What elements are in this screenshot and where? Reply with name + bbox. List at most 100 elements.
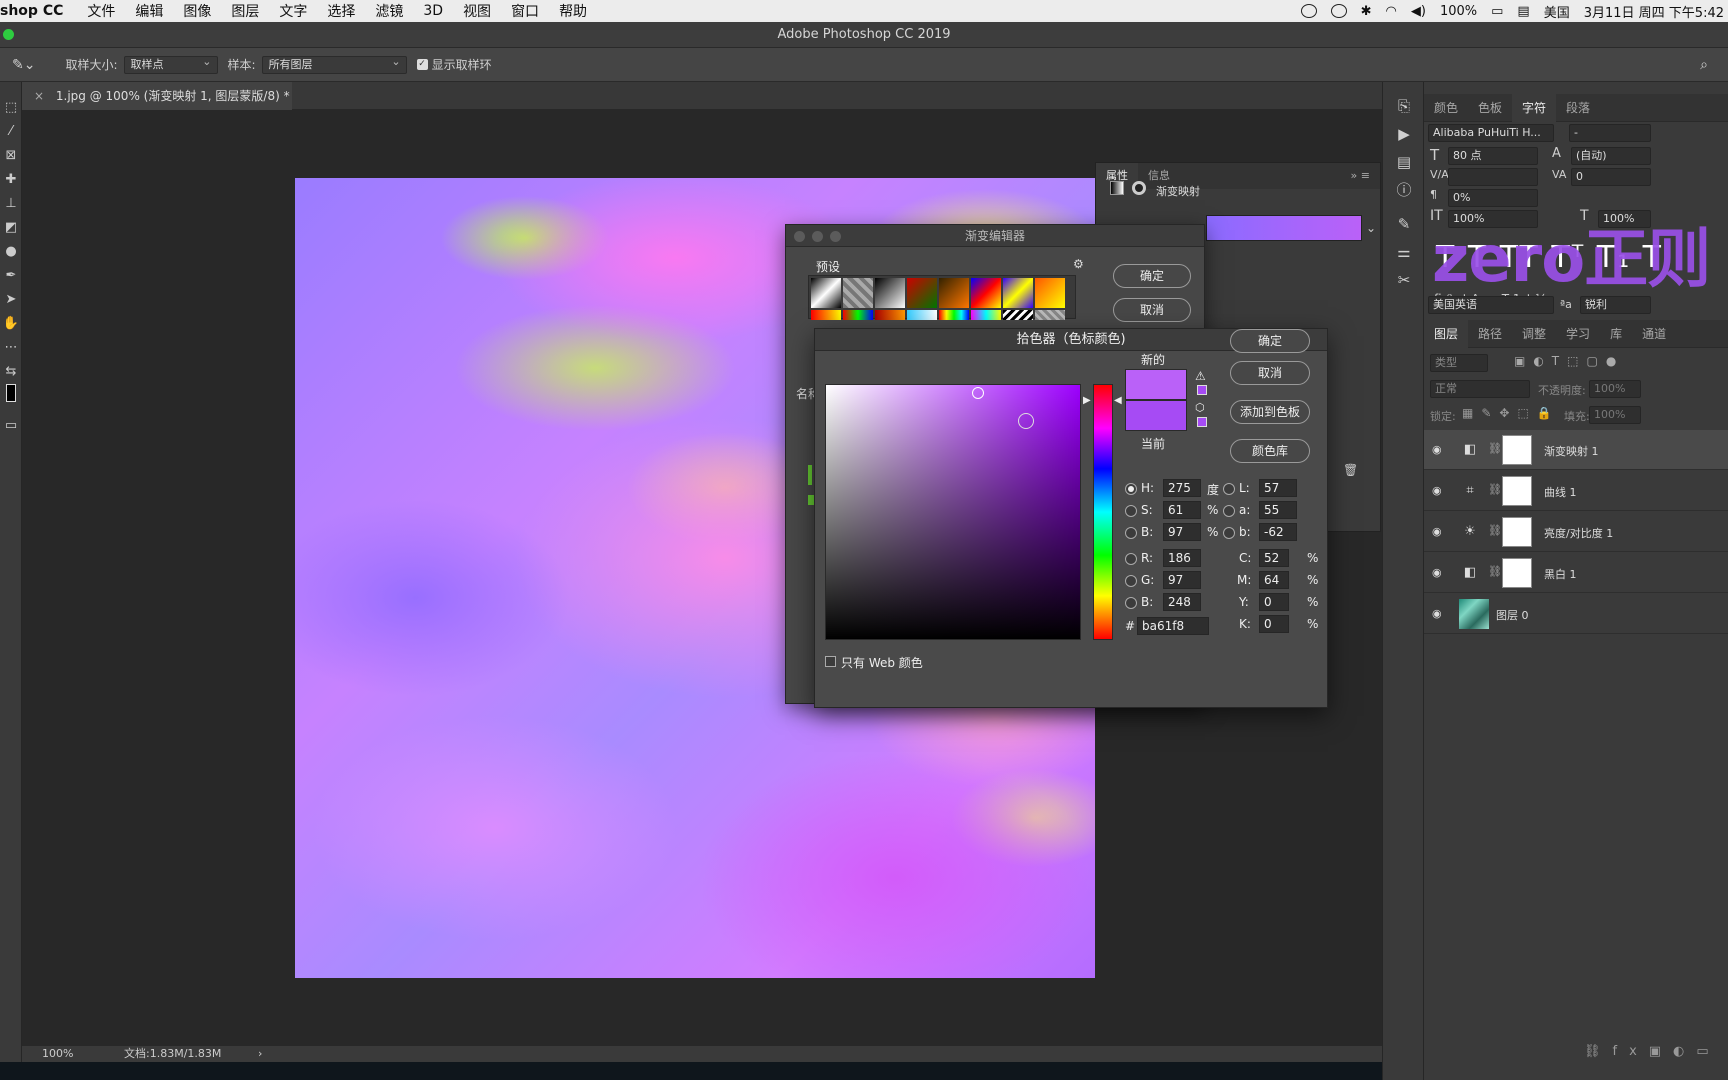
brightness-field[interactable]: 97 xyxy=(1163,523,1201,541)
link-chain-icon[interactable]: ⛓ xyxy=(1488,565,1502,578)
current-color-swatch[interactable] xyxy=(1125,400,1187,431)
visibility-eye-icon[interactable]: ◉ xyxy=(1432,566,1442,579)
zoom-dot[interactable] xyxy=(830,231,841,242)
font-family-select[interactable]: Alibaba PuHuiTi H... xyxy=(1428,124,1554,142)
tab-paragraph[interactable]: 段落 xyxy=(1556,94,1600,122)
presets-gear-icon[interactable]: ⚙ xyxy=(1073,257,1084,271)
status-arrow-icon[interactable]: › xyxy=(258,1046,262,1062)
healing-tool-icon[interactable]: ✚ xyxy=(0,168,22,192)
web-safe-cube-icon[interactable]: ⬡ xyxy=(1195,401,1205,414)
preset-swatch[interactable] xyxy=(971,310,1001,320)
fill-field[interactable]: 100% xyxy=(1589,406,1641,424)
panel-menu-icon[interactable]: » ≡ xyxy=(1341,163,1380,189)
out-of-gamut-warning-icon[interactable]: ⚠ xyxy=(1195,369,1206,383)
clock[interactable]: 3月11日 周四 下午5:42 xyxy=(1584,2,1724,21)
foreground-color-swatch[interactable] xyxy=(0,384,22,408)
menu-image[interactable]: 图像 xyxy=(173,1,221,21)
sample-size-select[interactable]: 取样点 xyxy=(123,54,218,74)
preset-swatch[interactable] xyxy=(875,278,905,308)
radio-b[interactable] xyxy=(1223,527,1235,539)
preset-swatch[interactable] xyxy=(907,310,937,320)
radio-blue[interactable] xyxy=(1125,597,1137,609)
volume-icon[interactable]: ◀) xyxy=(1411,4,1426,19)
path-select-tool-icon[interactable]: ➤ xyxy=(0,288,22,312)
tracking-field[interactable]: 0 xyxy=(1571,168,1651,186)
hue-slider-left-arrow[interactable]: ▶ xyxy=(1083,395,1091,406)
dodge-tool-icon[interactable]: ● xyxy=(0,240,22,264)
actions-play-icon[interactable]: ▶ xyxy=(1383,120,1425,148)
blue-field[interactable]: 248 xyxy=(1163,593,1201,611)
wifi-icon[interactable]: ◠ xyxy=(1386,4,1397,19)
radio-red[interactable] xyxy=(1125,553,1137,565)
radio-saturation[interactable] xyxy=(1125,505,1137,517)
tab-adjustments[interactable]: 调整 xyxy=(1512,320,1556,348)
layer-name[interactable]: 亮度/对比度 1 xyxy=(1544,525,1613,541)
hex-field[interactable]: ba61f8 xyxy=(1137,617,1209,635)
link-chain-icon[interactable]: ⛓ xyxy=(1488,483,1502,496)
layer-mask-thumbnail[interactable] xyxy=(1502,435,1532,465)
tab-libraries[interactable]: 库 xyxy=(1600,320,1632,348)
close-tab-icon[interactable]: × xyxy=(34,89,44,103)
gradient-ok-button[interactable]: 确定 xyxy=(1113,264,1191,288)
layers-footer-icons[interactable]: ⛓fx▣◐▭ xyxy=(1584,1044,1721,1059)
preset-swatch[interactable] xyxy=(811,310,841,320)
document-tab[interactable]: × 1.jpg @ 100% (渐变映射 1, 图层蒙版/8) * xyxy=(22,82,292,110)
creative-cloud-icon[interactable] xyxy=(1330,4,1347,18)
radio-brightness[interactable] xyxy=(1125,527,1137,539)
brush-settings-icon[interactable]: ✎ xyxy=(1383,210,1425,238)
search-icon[interactable]: ⌕ xyxy=(1700,57,1708,73)
radio-green[interactable] xyxy=(1125,575,1137,587)
black-field[interactable]: 0 xyxy=(1259,615,1289,633)
tab-learn[interactable]: 学习 xyxy=(1556,320,1600,348)
visibility-eye-icon[interactable]: ◉ xyxy=(1432,484,1442,497)
preset-swatch[interactable] xyxy=(811,278,841,308)
radio-lightness[interactable] xyxy=(1223,483,1235,495)
antialias-select[interactable]: 锐利 xyxy=(1580,296,1651,314)
stamp-tool-icon[interactable]: ⊥ xyxy=(0,192,22,216)
layer-mask-thumbnail[interactable] xyxy=(1502,558,1532,588)
screen-mode-icon[interactable]: ▭ xyxy=(0,414,22,438)
trash-icon[interactable]: 🗑 xyxy=(1343,463,1358,477)
preset-swatch[interactable] xyxy=(939,278,969,308)
menu-type[interactable]: 文字 xyxy=(269,1,317,21)
blend-mode-select[interactable]: 正常 xyxy=(1430,380,1530,398)
menu-3d[interactable]: 3D xyxy=(413,3,453,19)
layer-filter-icons[interactable]: ▣◐T⬚▢● xyxy=(1514,354,1624,368)
mask-icon[interactable] xyxy=(1132,181,1146,195)
lock-icons[interactable]: ▦✎✥⬚🔒 xyxy=(1462,406,1560,420)
swap-colors-icon[interactable]: ⇆ xyxy=(0,360,22,384)
web-only-checkbox[interactable] xyxy=(825,656,836,667)
font-style-select[interactable]: - xyxy=(1569,124,1651,142)
menu-view[interactable]: 视图 xyxy=(453,1,501,21)
menu-filter[interactable]: 滤镜 xyxy=(365,1,413,21)
hand-tool-icon[interactable]: ✋ xyxy=(0,312,22,336)
input-method[interactable]: 美国 xyxy=(1544,2,1570,21)
show-ring-checkbox[interactable]: ✓ xyxy=(416,59,428,70)
link-chain-icon[interactable]: ⛓ xyxy=(1488,442,1502,455)
layer-row[interactable]: ◉ ⌗ ⛓ 曲线 1 xyxy=(1424,471,1728,511)
layer-row[interactable]: ◉ ◧ ⛓ 渐变映射 1 xyxy=(1424,430,1728,470)
picker-ok-button[interactable]: 确定 xyxy=(1230,329,1310,353)
document-size[interactable]: 文档:1.83M/1.83M xyxy=(124,1046,221,1062)
more-tools-icon[interactable]: ⋯ xyxy=(0,336,22,360)
presets-grid[interactable] xyxy=(808,275,1076,320)
preset-swatch[interactable] xyxy=(1035,310,1065,320)
eraser-tool-icon[interactable]: ◩ xyxy=(0,216,22,240)
minimize-dot[interactable] xyxy=(812,231,823,242)
menu-layer[interactable]: 图层 xyxy=(221,1,269,21)
record-icon[interactable] xyxy=(1300,4,1317,18)
layer-name[interactable]: 图层 0 xyxy=(1496,607,1529,623)
sample-select[interactable]: 所有图层 xyxy=(261,54,407,74)
preset-swatch[interactable] xyxy=(971,278,1001,308)
preset-swatch[interactable] xyxy=(875,310,905,320)
gradient-cancel-button[interactable]: 取消 xyxy=(1113,298,1191,322)
menu-window[interactable]: 窗口 xyxy=(501,1,549,21)
layer-mask-thumbnail[interactable] xyxy=(1502,476,1532,506)
preset-swatch[interactable] xyxy=(1003,278,1033,308)
saturation-field[interactable]: 61 xyxy=(1163,501,1201,519)
adjust-sliders-icon[interactable]: ⚌ xyxy=(1383,238,1425,266)
layer-mask-thumbnail[interactable] xyxy=(1502,517,1532,547)
close-dot[interactable] xyxy=(794,231,805,242)
yellow-field[interactable]: 0 xyxy=(1259,593,1289,611)
hue-slider-right-arrow[interactable]: ◀ xyxy=(1114,395,1122,406)
